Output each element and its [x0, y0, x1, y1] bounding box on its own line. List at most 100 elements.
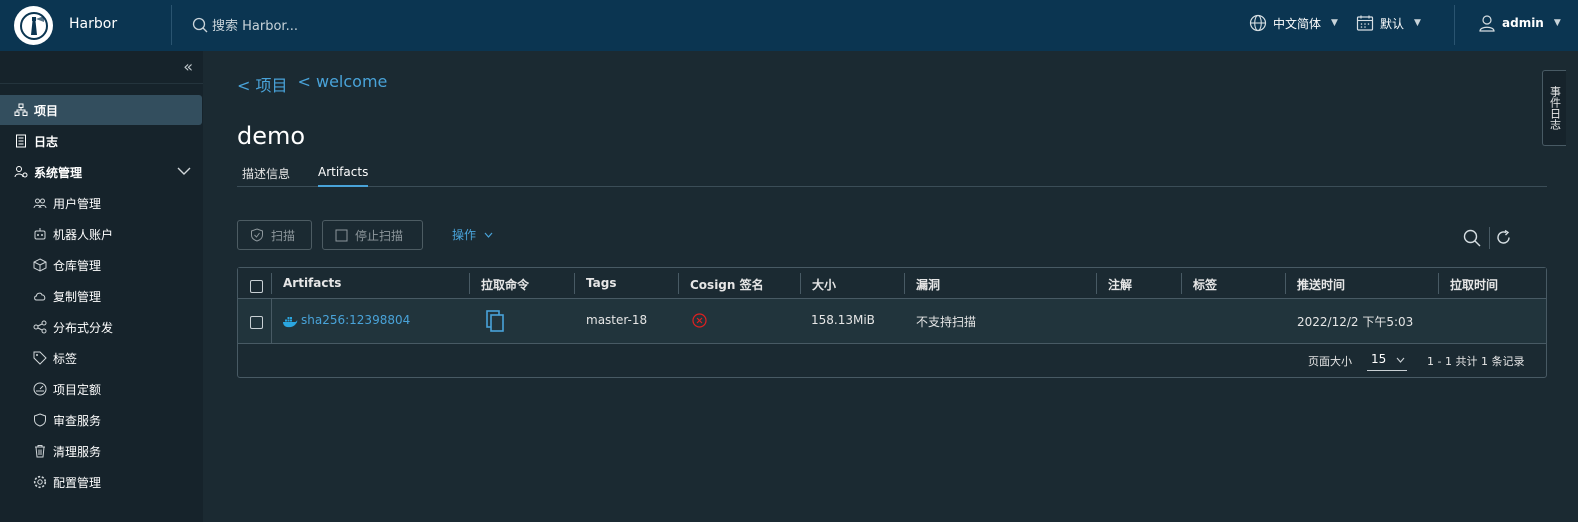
artifact-tags: master-18	[586, 313, 648, 327]
sidebar-item-label: 配置管理	[53, 475, 102, 490]
theme-selector[interactable]: 默认 ▼	[1356, 14, 1421, 32]
search-placeholder: 搜索 Harbor...	[212, 19, 298, 34]
sidebar-item-label: 审查服务	[53, 413, 102, 428]
tab-artifacts[interactable]: Artifacts	[318, 165, 369, 187]
sidebar-item-label: 标签	[53, 351, 78, 366]
sidebar-item-logs[interactable]: 日志	[0, 126, 203, 156]
column-pull-time[interactable]: 拉取时间	[1450, 276, 1498, 293]
sidebar-item-label: 分布式分发	[53, 320, 114, 335]
logs-icon	[14, 134, 28, 148]
robot-icon	[33, 227, 47, 241]
column-vulnerabilities[interactable]: 漏洞	[916, 276, 940, 293]
row-checkbox[interactable]	[250, 316, 263, 329]
column-pull-command[interactable]: 拉取命令	[481, 276, 529, 293]
column-size[interactable]: 大小	[812, 276, 836, 293]
search-icon	[192, 17, 208, 32]
sidebar-divider	[0, 83, 203, 84]
username: admin	[1502, 16, 1544, 30]
artifact-vulnerabilities: 不支持扫描	[916, 315, 977, 329]
header-divider	[1454, 5, 1455, 45]
stop-scan-label: 停止扫描	[355, 228, 404, 243]
sidebar-item-registries[interactable]: 仓库管理	[0, 250, 203, 280]
harbor-logo[interactable]	[14, 6, 53, 45]
toolbar-divider	[1489, 227, 1490, 249]
tag-icon	[33, 351, 47, 365]
tab-summary[interactable]: 描述信息	[242, 165, 290, 188]
sidebar-item-projects[interactable]: 项目	[0, 95, 202, 125]
breadcrumb-projects[interactable]: < 项目	[237, 72, 288, 96]
column-tags[interactable]: Tags	[586, 276, 616, 290]
pagination-summary: 1 - 1 共计 1 条记录	[1427, 355, 1525, 368]
artifacts-datagrid: Artifacts 拉取命令 Tags Cosign 签名 大小 漏洞 注解 标…	[237, 267, 1547, 378]
table-row[interactable]: sha256:12398804 master-18 158.13MiB 不支持扫…	[238, 299, 1546, 344]
actions-dropdown[interactable]: 操作	[452, 226, 493, 243]
sidebar-item-label: 用户管理	[53, 196, 102, 211]
column-cosign[interactable]: Cosign 签名	[690, 276, 764, 293]
artifact-size: 158.13MiB	[811, 313, 875, 327]
artifact-push-time: 2022/12/2 下午5:03	[1297, 315, 1414, 329]
language-selector[interactable]: 中文简体 ▼	[1249, 14, 1338, 32]
column-artifacts[interactable]: Artifacts	[283, 276, 341, 290]
column-separator	[800, 273, 801, 294]
column-separator	[1285, 273, 1286, 294]
trash-icon	[33, 444, 47, 458]
column-separator	[1181, 273, 1182, 294]
calendar-icon	[1356, 15, 1374, 31]
stop-scan-button[interactable]: 停止扫描	[322, 220, 423, 250]
column-separator	[574, 273, 575, 294]
refresh-icon[interactable]	[1495, 229, 1512, 250]
column-separator	[271, 299, 272, 343]
collapse-sidebar-icon[interactable]: «	[183, 57, 193, 76]
actions-label: 操作	[452, 228, 477, 242]
select-all-checkbox[interactable]	[250, 280, 263, 293]
column-separator	[1438, 273, 1439, 294]
breadcrumb-welcome[interactable]: < welcome	[298, 72, 388, 96]
shield-icon	[33, 413, 47, 427]
tab-bar: 描述信息 Artifacts	[237, 160, 1547, 187]
scan-button[interactable]: 扫描	[237, 220, 312, 250]
event-log-drawer-tab[interactable]: 事件日志	[1542, 70, 1566, 146]
breadcrumb: < 项目 < welcome	[237, 72, 387, 96]
sidebar-item-users[interactable]: 用户管理	[0, 188, 203, 218]
sidebar-item-label: 仓库管理	[53, 258, 102, 273]
sidebar-item-config[interactable]: 配置管理	[0, 467, 203, 497]
column-separator	[678, 273, 679, 294]
sidebar-item-scanners[interactable]: 审查服务	[0, 405, 203, 435]
column-separator	[271, 273, 272, 294]
user-menu[interactable]: admin ▼	[1478, 14, 1561, 32]
sidebar-item-distribution[interactable]: 分布式分发	[0, 312, 203, 342]
stop-icon	[335, 229, 348, 241]
scan-label: 扫描	[271, 228, 296, 243]
column-labels[interactable]: 标签	[1193, 276, 1217, 293]
sidebar-item-admin[interactable]: 系统管理	[0, 157, 203, 187]
header-divider	[171, 5, 172, 45]
chevron-down-icon: ▼	[1414, 18, 1421, 28]
sidebar-item-labels[interactable]: 标签	[0, 343, 203, 373]
column-annotations[interactable]: 注解	[1108, 276, 1132, 293]
theme-label: 默认	[1380, 16, 1405, 31]
docker-icon	[282, 313, 298, 332]
shield-check-icon	[251, 228, 263, 242]
sidebar: « 项目 日志 系统管理 用户管理 机器人账户 仓库管理 复制管理 分布式分发 …	[0, 51, 203, 522]
projects-icon	[14, 103, 28, 117]
sidebar-item-gc[interactable]: 清理服务	[0, 436, 203, 466]
page-size-value: 15	[1371, 352, 1387, 366]
sidebar-item-label: 系统管理	[34, 165, 83, 180]
search-icon[interactable]	[1463, 229, 1481, 251]
global-search[interactable]: 搜索 Harbor...	[192, 15, 298, 34]
datagrid-header: Artifacts 拉取命令 Tags Cosign 签名 大小 漏洞 注解 标…	[238, 268, 1546, 299]
user-icon	[1479, 15, 1495, 32]
page-title: demo	[237, 122, 306, 150]
copy-icon[interactable]	[486, 310, 504, 336]
chevron-down-icon	[484, 232, 493, 238]
chevron-down-icon: ▼	[1331, 18, 1338, 28]
sidebar-item-quotas[interactable]: 项目定额	[0, 374, 203, 404]
sidebar-item-replication[interactable]: 复制管理	[0, 281, 203, 311]
column-push-time[interactable]: 推送时间	[1297, 276, 1345, 293]
artifact-digest-link[interactable]: sha256:12398804	[301, 313, 410, 327]
chevron-down-icon[interactable]	[177, 165, 191, 179]
page-size-select[interactable]: 15	[1367, 349, 1407, 371]
registry-icon	[33, 258, 47, 272]
sidebar-item-robots[interactable]: 机器人账户	[0, 219, 203, 249]
users-icon	[33, 196, 47, 210]
